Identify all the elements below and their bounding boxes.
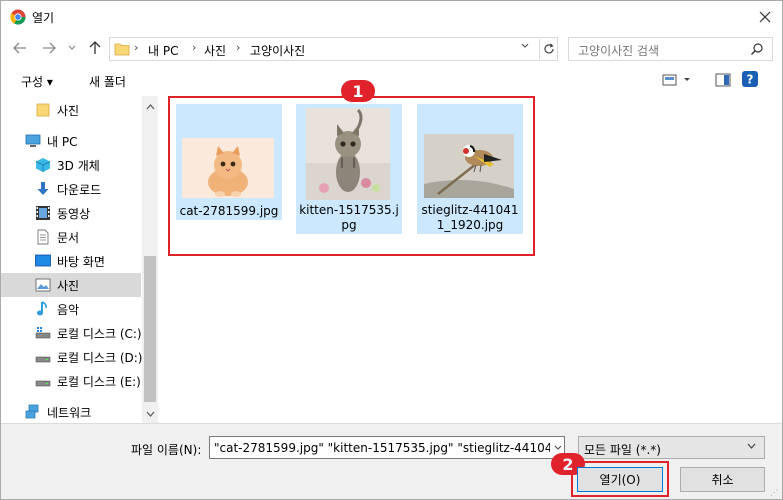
- arrow-left-icon: [13, 42, 26, 54]
- file-list: 1 cat-2781599.jpg kitten-1517535.j pg st…: [158, 80, 782, 423]
- network-icon: [25, 404, 39, 419]
- help-button[interactable]: ?: [742, 71, 758, 90]
- sidebar-item-3d-objects[interactable]: 3D 개체: [1, 153, 141, 177]
- close-icon: [759, 11, 771, 22]
- file-name-line2: 1_1920.jpg: [436, 218, 504, 232]
- address-dropdown-button[interactable]: [521, 41, 529, 52]
- view-options-button[interactable]: [662, 73, 690, 90]
- file-item-cat[interactable]: cat-2781599.jpg: [176, 104, 282, 220]
- sidebar-item-downloads[interactable]: 다운로드: [1, 177, 141, 201]
- annotation-badge-1: 1: [341, 80, 375, 102]
- breadcrumb-pictures[interactable]: 사진: [204, 42, 226, 59]
- preview-pane-button[interactable]: [715, 73, 731, 90]
- breadcrumb-mypc[interactable]: 내 PC: [148, 42, 178, 59]
- arrow-up-icon: [89, 41, 101, 54]
- close-button[interactable]: [748, 2, 782, 31]
- open-file-dialog: 열기 › 내 PC › 사진 › 고양이사진 고양이사진 검색 구성 ▾ 새 폴…: [0, 0, 783, 500]
- resize-grip[interactable]: ⋰: [770, 488, 778, 497]
- drive-icon: [35, 327, 51, 339]
- cube-icon: [35, 158, 51, 172]
- sidebar-item-desktop[interactable]: 바탕 화면: [1, 249, 141, 273]
- sidebar-scrollbar[interactable]: [142, 96, 158, 423]
- chevron-down-icon: [554, 445, 561, 450]
- chevron-down-icon: [747, 443, 756, 449]
- chevron-down-icon: [521, 43, 529, 48]
- sidebar-item-drive-c[interactable]: 로컬 디스크 (C:): [1, 321, 142, 345]
- document-icon: [37, 229, 49, 245]
- forward-button[interactable]: [39, 38, 59, 58]
- filename-value: "cat-2781599.jpg" "kitten-1517535.jpg" "…: [214, 441, 565, 455]
- title-bar: 열기: [1, 1, 782, 32]
- filetype-select[interactable]: 모든 파일 (*.*): [578, 436, 765, 459]
- arrow-right-icon: [43, 42, 56, 54]
- sidebar-item-pictures-quick[interactable]: 사진: [1, 98, 141, 122]
- file-name-line1: kitten-1517535.j: [299, 203, 399, 217]
- sidebar-item-mypc[interactable]: 내 PC: [1, 129, 141, 153]
- goldfinch-thumbnail: [424, 134, 514, 198]
- file-item-stieglitz[interactable]: stieglitz-441041 1_1920.jpg: [417, 104, 523, 234]
- navigation-bar: › 내 PC › 사진 › 고양이사진 고양이사진 검색: [1, 32, 782, 64]
- search-icon: [751, 43, 763, 55]
- refresh-icon: [543, 43, 554, 54]
- cat-thumbnail: [182, 138, 274, 198]
- pictures-icon: [35, 278, 51, 292]
- breadcrumb-separator: ›: [134, 41, 139, 54]
- new-folder-button[interactable]: 새 폴더: [89, 73, 126, 90]
- sidebar-item-drive-d[interactable]: 로컬 디스크 (D:): [1, 345, 142, 369]
- filetype-dropdown-button: [747, 441, 756, 452]
- navigation-pane: 사진 내 PC 3D 개체 다운로드 동영상 문서 바탕 화면 사진 음악 로컬…: [1, 96, 158, 423]
- svg-text:?: ?: [747, 73, 754, 87]
- cancel-button[interactable]: 취소: [680, 467, 765, 492]
- folder-icon: [114, 43, 130, 56]
- recent-locations-button[interactable]: [65, 38, 79, 58]
- window-title: 열기: [32, 11, 55, 25]
- refresh-button[interactable]: [539, 39, 557, 59]
- preview-pane-icon: [715, 73, 731, 87]
- video-icon: [36, 206, 50, 220]
- command-toolbar: 구성 ▾ 새 폴더 ?: [1, 65, 782, 95]
- filetype-value: 모든 파일 (*.*): [584, 443, 661, 457]
- download-icon: [37, 182, 49, 195]
- scroll-down-button[interactable]: [142, 406, 158, 422]
- chevron-down-icon: [146, 411, 154, 417]
- scroll-up-button[interactable]: [142, 99, 158, 115]
- sidebar-item-videos[interactable]: 동영상: [1, 201, 141, 225]
- file-item-kitten[interactable]: kitten-1517535.j pg: [296, 104, 402, 234]
- sidebar-item-pictures[interactable]: 사진: [1, 273, 141, 297]
- breadcrumb-cat-photos[interactable]: 고양이사진: [250, 42, 305, 59]
- sidebar-item-documents[interactable]: 문서: [1, 225, 141, 249]
- chrome-icon: [10, 9, 26, 25]
- back-button[interactable]: [10, 38, 30, 58]
- file-name: cat-2781599.jpg: [179, 204, 279, 218]
- scroll-thumb[interactable]: [144, 256, 156, 402]
- help-icon: ?: [742, 71, 758, 87]
- sidebar-item-network[interactable]: 네트워크: [1, 400, 141, 424]
- file-name-line2: pg: [341, 218, 357, 232]
- filename-label: 파일 이름(N):: [131, 443, 202, 457]
- up-button[interactable]: [85, 38, 105, 58]
- sidebar-item-drive-e[interactable]: 로컬 디스크 (E:): [1, 369, 141, 393]
- breadcrumb-separator: ›: [192, 41, 197, 54]
- desktop-icon: [35, 254, 51, 267]
- drive-icon: [35, 380, 51, 387]
- breadcrumb-separator: ›: [236, 41, 241, 54]
- chevron-down-icon: [68, 45, 76, 50]
- open-button[interactable]: 열기(O): [577, 467, 663, 492]
- organize-menu[interactable]: 구성 ▾: [21, 73, 53, 90]
- file-name-line1: stieglitz-441041: [421, 203, 519, 217]
- kitten-thumbnail: [306, 108, 390, 200]
- bottom-panel: 파일 이름(N): "cat-2781599.jpg" "kitten-1517…: [1, 423, 782, 499]
- chevron-up-icon: [146, 104, 154, 110]
- sidebar-item-music[interactable]: 음악: [1, 297, 141, 321]
- music-icon: [37, 301, 47, 316]
- view-icon: [662, 74, 690, 86]
- folder-icon: [36, 103, 50, 117]
- search-input[interactable]: 고양이사진 검색: [568, 37, 773, 61]
- computer-icon: [25, 134, 41, 147]
- filename-input[interactable]: "cat-2781599.jpg" "kitten-1517535.jpg" "…: [209, 436, 565, 459]
- search-placeholder: 고양이사진 검색: [578, 44, 660, 58]
- address-bar[interactable]: › 내 PC › 사진 › 고양이사진: [109, 37, 558, 61]
- drive-icon: [35, 356, 51, 363]
